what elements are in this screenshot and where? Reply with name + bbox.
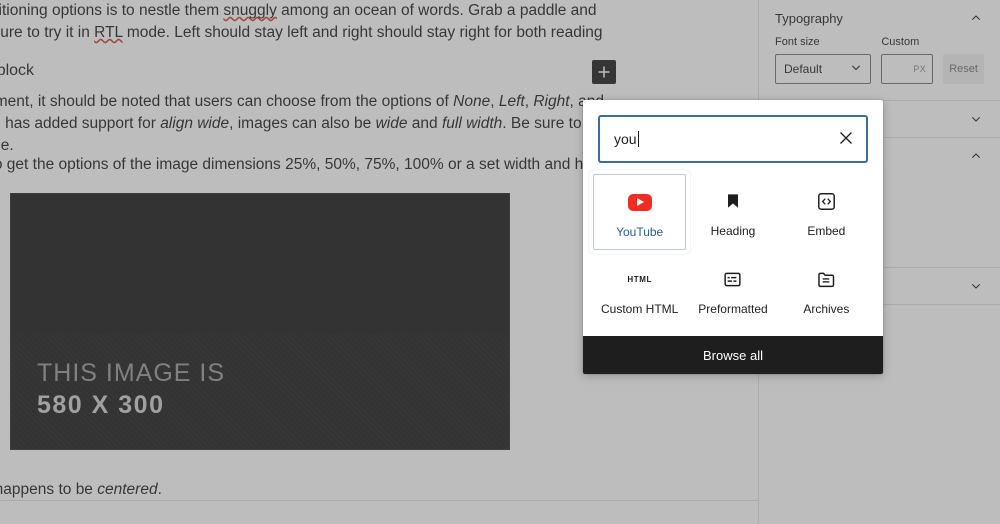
custom-size-unit: PX [913,64,927,74]
archives-icon [816,266,837,292]
block-item-youtube[interactable]: YouTube [593,174,687,250]
add-block-button[interactable] [592,60,616,84]
image-caption-line-2: 580 X 300 [37,391,165,419]
block-item-label: YouTube [616,225,664,239]
paragraph-line: ge positioning options is to nestle them… [0,2,597,19]
paragraph-block-4[interactable]: ve happens to be centered. [0,479,162,501]
block-results-grid: YouTube Heading Embed HTML Custom HTML P… [583,170,883,336]
reset-spacer [943,36,984,48]
block-item-embed[interactable]: Embed [780,174,873,250]
image-block[interactable]: THIS IMAGE IS 580 X 300 [10,193,510,450]
editor-window: ge positioning options is to nestle them… [0,0,1000,524]
plus-icon [596,64,612,80]
block-search-box[interactable]: you [599,116,867,162]
block-item-label: Heading [710,224,756,238]
close-icon [839,131,853,148]
block-item-heading[interactable]: Heading [686,174,779,250]
block-item-label: Embed [807,224,846,238]
browse-all-button[interactable]: Browse all [583,336,883,374]
chevron-up-icon[interactable] [968,148,984,164]
font-size-field: Font size Default [775,36,872,84]
text-caret [637,131,639,147]
panel-typography-title: Typography [775,10,843,26]
block-item-label: Custom HTML [600,302,679,316]
empty-block-placeholder[interactable]: e a block [0,60,34,82]
font-size-value: Default [784,62,823,76]
search-input[interactable]: you [614,131,639,147]
custom-html-icon: HTML [627,274,652,284]
chevron-down-icon[interactable] [968,111,984,127]
content-divider [0,500,758,501]
chevron-down-icon [848,60,864,79]
reset-field: Reset [943,36,984,84]
paragraph-line: d. Be sure to try it in RTL mode. Left s… [0,24,603,41]
youtube-icon [627,189,652,215]
paragraph-block-2[interactable]: alignment, it should be noted that users… [0,91,604,157]
image-caption: THIS IMAGE IS 580 X 300 [37,357,225,421]
chevron-down-icon[interactable] [968,278,984,294]
panel-typography-header[interactable]: Typography [775,0,984,36]
embed-icon [816,188,837,214]
block-item-archives[interactable]: Archives [780,252,873,326]
block-item-label: Archives [803,302,850,316]
font-size-select[interactable]: Default [775,54,872,84]
clear-search-button[interactable] [834,127,858,151]
reset-button[interactable]: Reset [943,54,984,84]
font-size-label: Font size [775,36,820,48]
search-section: you [583,100,883,170]
paragraph-line: ve happens to be centered. [0,481,162,498]
paragraph-block-3[interactable]: y also get the options of the image dime… [0,154,583,176]
heading-icon [723,188,743,214]
block-item-preformatted[interactable]: Preformatted [686,252,779,326]
image-caption-line-1: THIS IMAGE IS [37,359,226,387]
panel-typography: Typography Font size Default Custom PX R… [759,0,1000,101]
custom-size-input[interactable]: PX [881,54,934,84]
custom-size-label: Custom [881,36,920,48]
paragraph-block-1[interactable]: ge positioning options is to nestle them… [0,0,603,44]
panel-typography-body: Font size Default Custom PX Reset [775,36,984,100]
block-item-label: Preformatted [698,302,768,316]
block-item-custom-html[interactable]: HTML Custom HTML [593,252,686,326]
custom-size-field: Custom PX [881,36,934,84]
paragraph-line: alignment, it should be noted that users… [0,93,604,110]
chevron-up-icon[interactable] [968,10,984,26]
preformatted-icon [722,266,743,292]
block-inserter-popover: you YouTube Heading Embed HTML Custom HT… [583,100,883,374]
paragraph-line: heme has added support for align wide, i… [0,115,591,132]
search-input-value: you [614,131,637,147]
